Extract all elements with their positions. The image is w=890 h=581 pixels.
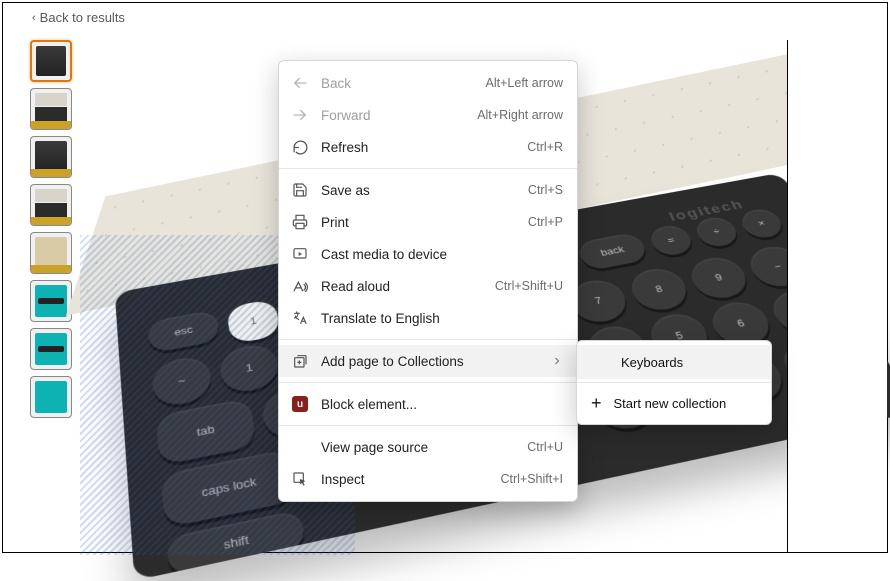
ctx-save-accel: Ctrl+S bbox=[528, 183, 563, 197]
context-menu: Back Alt+Left arrow Forward Alt+Right ar… bbox=[278, 60, 578, 502]
ctx-forward-accel: Alt+Right arrow bbox=[477, 108, 563, 122]
key-1: 1 bbox=[218, 341, 281, 396]
ctx-divider-2 bbox=[279, 339, 577, 340]
back-to-results-link[interactable]: ‹ Back to results bbox=[32, 10, 125, 25]
key-tab: tab bbox=[155, 398, 256, 466]
collection-keyboards[interactable]: Keyboards bbox=[577, 345, 771, 379]
key-num9: 9 bbox=[685, 254, 754, 303]
ctx-inspect-label: Inspect bbox=[321, 472, 488, 487]
ctx-forward-label: Forward bbox=[321, 108, 465, 123]
ctx-read-label: Read aloud bbox=[321, 279, 483, 294]
start-new-collection[interactable]: + Start new collection bbox=[577, 386, 771, 420]
thumbnail-3[interactable] bbox=[30, 136, 72, 178]
collections-submenu: Keyboards + Start new collection bbox=[576, 340, 772, 425]
ctx-print-label: Print bbox=[321, 215, 516, 230]
key-tilde: ~ bbox=[151, 354, 213, 410]
key-num-div: ÷ bbox=[692, 215, 742, 249]
thumbnail-5[interactable] bbox=[30, 232, 72, 274]
ctx-refresh-label: Refresh bbox=[321, 140, 515, 155]
ctx-print[interactable]: Print Ctrl+P bbox=[279, 206, 577, 238]
back-link-text: Back to results bbox=[40, 10, 125, 25]
ctx-save-as[interactable]: Save as Ctrl+S bbox=[279, 174, 577, 206]
key-num-mul: × bbox=[737, 207, 787, 241]
thumbnail-strip bbox=[30, 40, 72, 418]
cast-icon bbox=[291, 245, 309, 263]
submenu-divider bbox=[577, 382, 771, 383]
thumbnail-4[interactable] bbox=[30, 184, 72, 226]
ctx-print-accel: Ctrl+P bbox=[528, 215, 563, 229]
ctx-inspect-accel: Ctrl+Shift+I bbox=[500, 472, 563, 486]
plus-icon: + bbox=[591, 394, 602, 412]
right-column bbox=[787, 40, 887, 552]
chevron-right-icon bbox=[551, 355, 563, 367]
ctx-divider-4 bbox=[279, 425, 577, 426]
key-esc: esc bbox=[147, 309, 220, 353]
ctx-collections-label: Add page to Collections bbox=[321, 354, 539, 369]
ctx-back-accel: Alt+Left arrow bbox=[486, 76, 563, 90]
translate-icon bbox=[291, 309, 309, 327]
ctx-block-element[interactable]: u Block element... bbox=[279, 388, 577, 420]
ctx-translate[interactable]: Translate to English bbox=[279, 302, 577, 334]
ctx-cast[interactable]: Cast media to device bbox=[279, 238, 577, 270]
save-icon bbox=[291, 181, 309, 199]
thumbnail-7[interactable] bbox=[30, 328, 72, 370]
ctx-read-aloud[interactable]: Read aloud Ctrl+Shift+U bbox=[279, 270, 577, 302]
ctx-translate-label: Translate to English bbox=[321, 311, 563, 326]
ctx-view-source[interactable]: View page source Ctrl+U bbox=[279, 431, 577, 463]
ctx-back: Back Alt+Left arrow bbox=[279, 67, 577, 99]
ctx-refresh[interactable]: Refresh Ctrl+R bbox=[279, 131, 577, 163]
ctx-cast-label: Cast media to device bbox=[321, 247, 563, 262]
thumbnail-1[interactable] bbox=[30, 40, 72, 82]
collection-existing-label: Keyboards bbox=[621, 355, 683, 370]
ctx-source-accel: Ctrl+U bbox=[527, 440, 563, 454]
thumbnail-6[interactable] bbox=[30, 280, 72, 322]
ctx-divider-1 bbox=[279, 168, 577, 169]
thumbnail-2[interactable] bbox=[30, 88, 72, 130]
ctx-add-to-collections[interactable]: Add page to Collections bbox=[279, 345, 577, 377]
arrow-left-icon bbox=[291, 74, 309, 92]
ctx-back-label: Back bbox=[321, 76, 474, 91]
ublock-icon: u bbox=[291, 395, 309, 413]
key-num8: 8 bbox=[625, 265, 693, 314]
ctx-save-label: Save as bbox=[321, 183, 516, 198]
print-icon bbox=[291, 213, 309, 231]
blank-icon bbox=[291, 438, 309, 456]
inspect-icon bbox=[291, 470, 309, 488]
arrow-right-icon bbox=[291, 106, 309, 124]
thumbnail-8[interactable] bbox=[30, 376, 72, 418]
ctx-block-label: Block element... bbox=[321, 397, 563, 412]
key-num-eq: = bbox=[646, 223, 696, 258]
refresh-icon bbox=[291, 138, 309, 156]
ctx-inspect[interactable]: Inspect Ctrl+Shift+I bbox=[279, 463, 577, 495]
ctx-divider-3 bbox=[279, 382, 577, 383]
ctx-source-label: View page source bbox=[321, 440, 515, 455]
read-aloud-icon bbox=[291, 277, 309, 295]
ctx-read-accel: Ctrl+Shift+U bbox=[495, 279, 563, 293]
ctx-forward: Forward Alt+Right arrow bbox=[279, 99, 577, 131]
key-back: back bbox=[575, 232, 649, 272]
chevron-left-icon: ‹ bbox=[32, 12, 36, 24]
collection-new-label: Start new collection bbox=[614, 396, 727, 411]
key-f1: 1 bbox=[226, 299, 281, 345]
collections-icon bbox=[291, 352, 309, 370]
ctx-refresh-accel: Ctrl+R bbox=[527, 140, 563, 154]
